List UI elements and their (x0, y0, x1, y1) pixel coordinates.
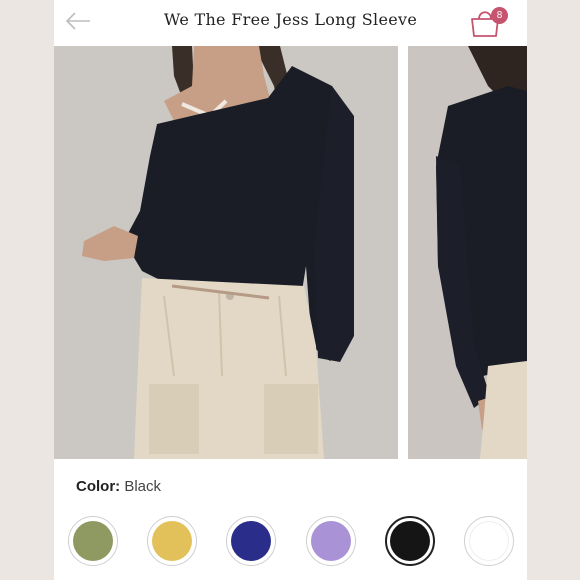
product-gallery[interactable] (54, 46, 527, 459)
color-swatch-white[interactable] (464, 516, 514, 566)
swatch-fill (152, 521, 192, 561)
back-button[interactable] (64, 7, 94, 37)
swatch-fill (73, 521, 113, 561)
cart-count-badge: 8 (491, 7, 508, 24)
color-swatch-mustard[interactable] (147, 516, 197, 566)
color-swatch-lavender[interactable] (306, 516, 356, 566)
color-label: Color: (76, 478, 121, 495)
color-selection-label: Color: Black (76, 478, 161, 495)
selected-color-name: Black (124, 478, 162, 495)
product-screen: We The Free Jess Long Sleeve 8 Color: Bl… (54, 0, 527, 580)
swatch-fill (311, 521, 351, 561)
product-photo-side[interactable] (408, 46, 527, 459)
color-swatch-black[interactable] (385, 516, 435, 566)
color-swatch-navy[interactable] (226, 516, 276, 566)
color-swatch-olive[interactable] (68, 516, 118, 566)
page-title: We The Free Jess Long Sleeve (163, 10, 418, 29)
arrow-left-icon (65, 12, 90, 30)
swatch-fill (390, 521, 430, 561)
swatch-fill (231, 521, 271, 561)
swatch-fill (469, 521, 509, 561)
top-bar: We The Free Jess Long Sleeve 8 (54, 0, 527, 46)
product-photo-front[interactable] (54, 46, 398, 459)
